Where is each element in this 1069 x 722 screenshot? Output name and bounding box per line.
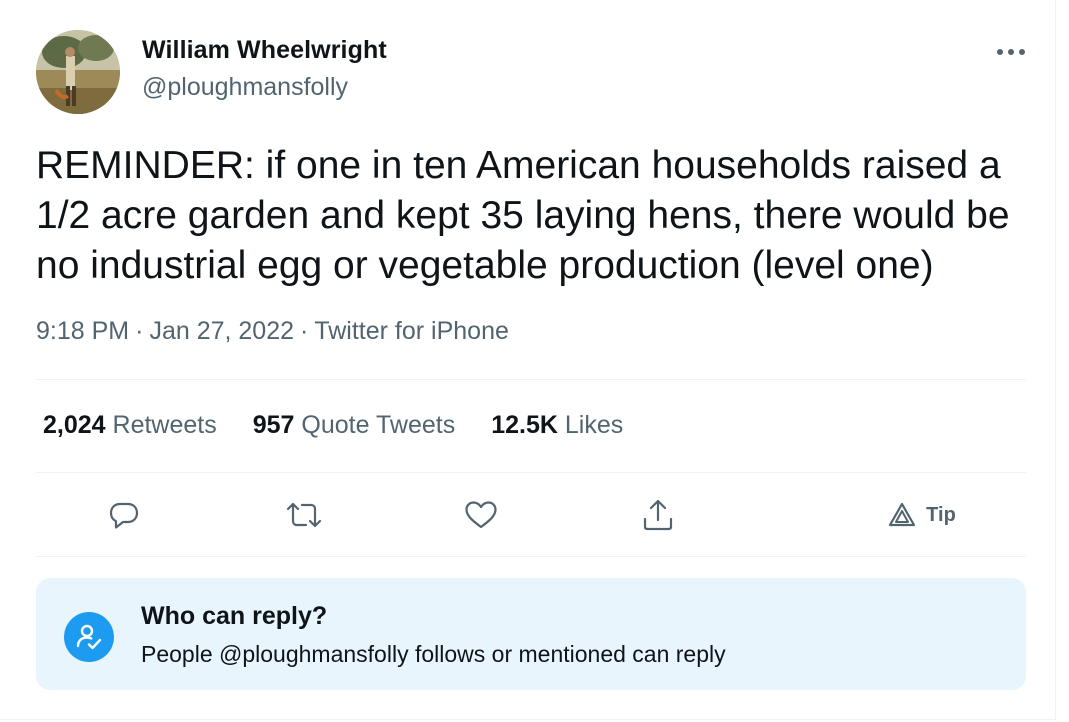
more-options-button[interactable] <box>994 38 1028 66</box>
divider <box>36 472 1026 473</box>
likes-stat[interactable]: 12.5K Likes <box>491 411 623 440</box>
avatar[interactable] <box>36 30 120 114</box>
tweet-source[interactable]: Twitter for iPhone <box>314 317 509 345</box>
tweet-text: REMINDER: if one in ten American househo… <box>36 144 1010 287</box>
retweets-count: 2,024 <box>43 411 106 439</box>
author-handle[interactable]: @ploughmansfolly <box>142 73 348 102</box>
meta-separator: · <box>300 317 309 345</box>
tip-label: Tip <box>926 503 956 526</box>
quotes-label: Quote Tweets <box>301 411 456 439</box>
tweet-stats: 2,024 Retweets 957 Quote Tweets 12.5K Li… <box>43 411 659 440</box>
author-name[interactable]: William Wheelwright <box>142 36 387 65</box>
tweet-time[interactable]: 9:18 PM <box>36 317 129 345</box>
divider <box>36 556 1026 557</box>
likes-label: Likes <box>564 411 624 439</box>
tweet-date[interactable]: Jan 27, 2022 <box>149 317 294 345</box>
reply-settings-icon <box>64 612 114 662</box>
likes-count: 12.5K <box>491 411 558 439</box>
tip-icon <box>889 502 916 527</box>
avatar-painting <box>36 30 120 114</box>
retweets-stat[interactable]: 2,024 Retweets <box>43 411 217 440</box>
quotes-count: 957 <box>252 411 295 439</box>
retweet-button[interactable] <box>282 496 326 534</box>
retweets-label: Retweets <box>112 411 217 439</box>
meta-separator: · <box>135 317 144 345</box>
tweet-meta: 9:18 PM · Jan 27, 2022 · Twitter for iPhone <box>36 317 509 346</box>
tweet-card: William Wheelwright @ploughmansfolly REM… <box>0 0 1056 720</box>
share-icon <box>643 499 673 531</box>
divider <box>36 379 1026 380</box>
who-can-reply-description: People @ploughmansfolly follows or menti… <box>141 641 726 667</box>
more-icon <box>997 49 1025 55</box>
like-button[interactable] <box>461 496 501 534</box>
who-can-reply-box: Who can reply? People @ploughmansfolly f… <box>36 578 1026 690</box>
reply-button[interactable] <box>104 496 144 534</box>
user-check-icon <box>76 624 102 650</box>
share-button[interactable] <box>638 496 678 534</box>
reply-icon <box>109 502 139 529</box>
quote-tweets-stat[interactable]: 957 Quote Tweets <box>253 411 455 440</box>
action-bar: Tip <box>0 480 1056 552</box>
tip-button[interactable]: Tip <box>884 496 960 534</box>
heart-icon <box>465 501 497 529</box>
who-can-reply-title: Who can reply? <box>141 602 328 630</box>
retweet-icon <box>286 502 322 528</box>
